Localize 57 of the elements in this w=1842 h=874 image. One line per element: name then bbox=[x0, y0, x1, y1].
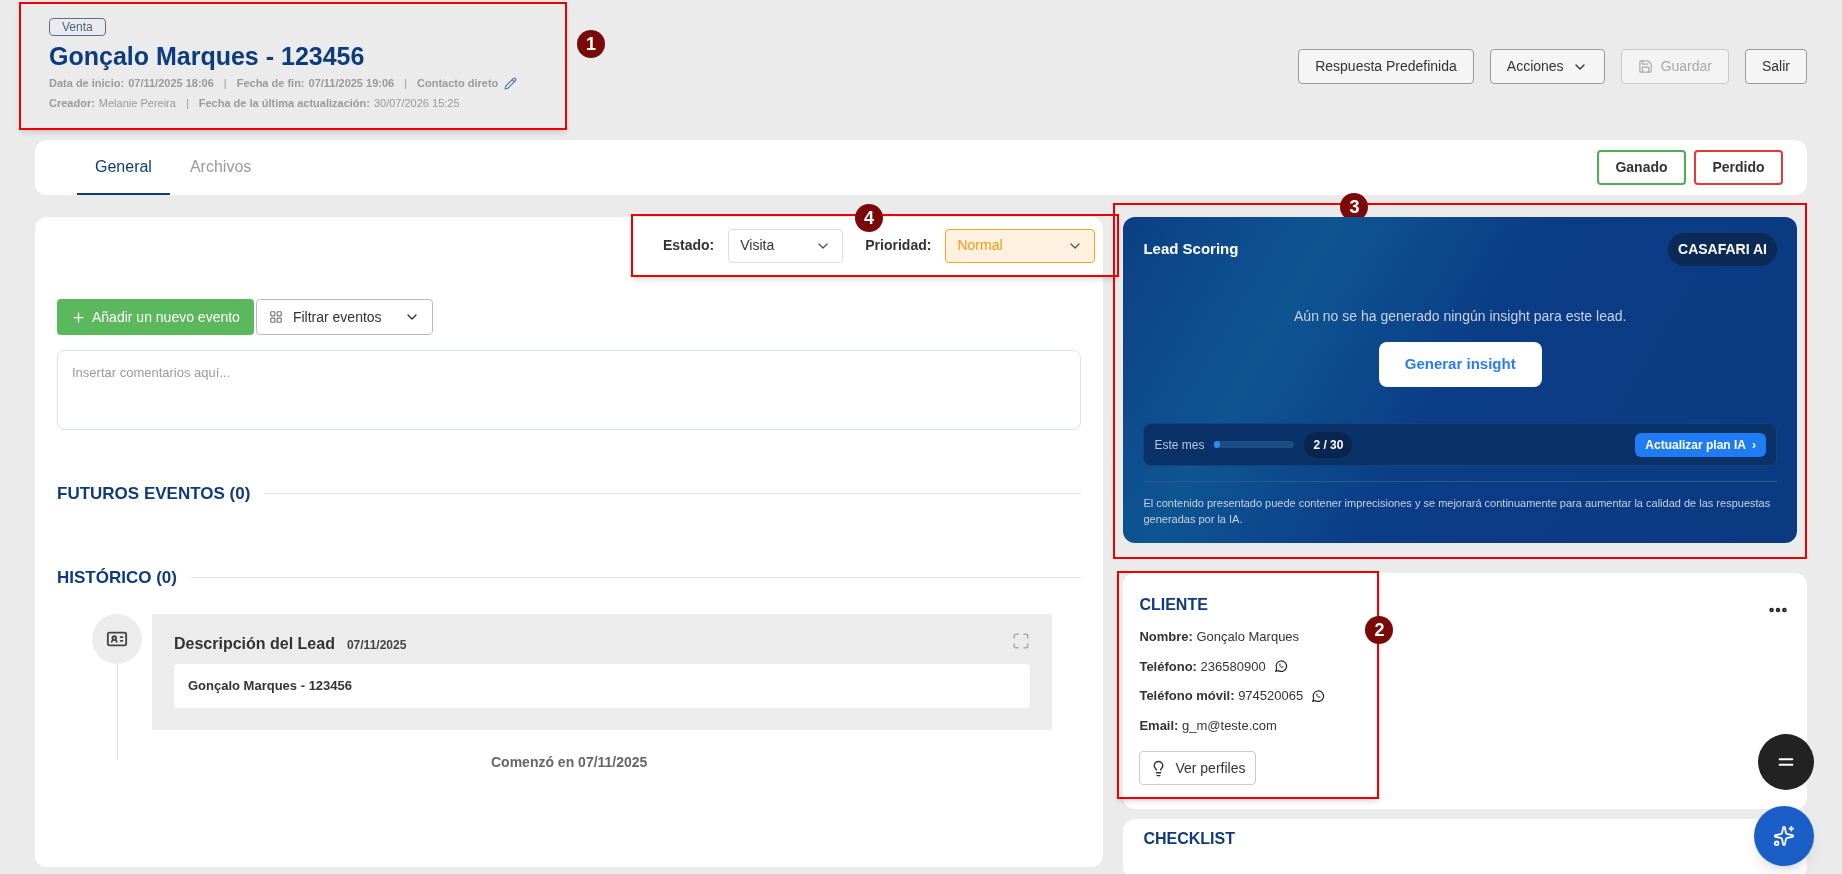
actions-dropdown[interactable]: Acciones bbox=[1489, 49, 1605, 84]
grid-icon bbox=[268, 310, 283, 324]
event-title: Descripción del Lead bbox=[174, 634, 335, 654]
usage-count: 2 / 30 bbox=[1304, 431, 1353, 458]
ai-assistant-fab[interactable] bbox=[1754, 806, 1814, 866]
event-date: 07/11/2025 bbox=[346, 637, 407, 654]
action-button[interactable]: Salir bbox=[1745, 49, 1807, 84]
meta-label: Creador: bbox=[49, 95, 95, 111]
meta-value: 07/11/2025 18:06 bbox=[128, 76, 214, 91]
disclaimer-text: El contenido presentado puede contener imprecisiones y se mejorará continuamente para aumentar la calidad de las respuestas generadas por la IA. bbox=[1143, 496, 1772, 527]
meta-label: Data de inicio: bbox=[49, 76, 125, 91]
tab[interactable]: General bbox=[77, 140, 170, 195]
usage-label: Este mes bbox=[1154, 436, 1205, 454]
separator: | bbox=[223, 76, 227, 91]
outcome-button[interactable]: Perdido bbox=[1694, 150, 1783, 185]
client-field: Nombre: Gonçalo Marques bbox=[1139, 627, 1300, 647]
meta-value: Melanie Pereira bbox=[98, 95, 176, 111]
select-field[interactable]: Visita bbox=[728, 228, 844, 263]
section-heading: HISTÓRICO (0) bbox=[57, 566, 177, 589]
section-heading: CHECKLIST bbox=[1143, 830, 1235, 847]
meta-label: Contacto direto bbox=[417, 76, 499, 91]
whatsapp-icon bbox=[1273, 659, 1288, 674]
meta-label: Fecha de la última actualización: bbox=[198, 95, 370, 111]
section-heading: FUTUROS EVENTOS (0) bbox=[57, 483, 251, 505]
save-icon bbox=[1637, 59, 1653, 74]
upgrade-plan-button[interactable]: Actualizar plan IA › bbox=[1635, 432, 1766, 457]
event-description: Gonçalo Marques - 123456 bbox=[174, 664, 1030, 708]
view-profiles-button[interactable]: Ver perfiles bbox=[1139, 751, 1257, 785]
field-label: Prioridad: bbox=[865, 236, 932, 255]
generate-insight-button[interactable]: Generar insight bbox=[1378, 342, 1542, 387]
edit-icon[interactable] bbox=[504, 76, 518, 90]
whatsapp-icon bbox=[1311, 688, 1326, 703]
filter-events-dropdown[interactable]: Filtrar eventos bbox=[255, 299, 433, 335]
meta-label: Fecha de fin: bbox=[236, 76, 305, 91]
client-field: Teléfono: 236580900 bbox=[1139, 656, 1266, 676]
section-heading: CLIENTE bbox=[1139, 595, 1209, 615]
comment-field[interactable]: Insertar comentarios aquí... bbox=[57, 350, 1082, 430]
ai-badge: CASAFARI AI bbox=[1668, 233, 1777, 266]
sparkles-icon bbox=[1773, 825, 1795, 847]
card-title: Lead Scoring bbox=[1143, 239, 1239, 260]
separator: | bbox=[185, 95, 189, 111]
annotation-number-badge: 1 bbox=[577, 30, 605, 58]
meta-value: 30/07/2026 15:25 bbox=[373, 95, 460, 111]
plus-icon bbox=[71, 309, 86, 325]
empty-message: Aún no se ha generado ningún insight para este lead. bbox=[1294, 307, 1627, 326]
lead-title: Gonçalo Marques - 123456 bbox=[49, 41, 366, 72]
outcome-button[interactable]: Ganado bbox=[1597, 150, 1686, 185]
timeline-start-text: Comenzó en 07/11/2025 bbox=[491, 753, 648, 772]
client-field: Email: g_m@teste.com bbox=[1139, 715, 1277, 735]
separator: | bbox=[404, 76, 408, 91]
action-button[interactable]: Respuesta Predefinida bbox=[1298, 49, 1474, 84]
annotation-number-badge: 2 bbox=[1365, 616, 1394, 644]
client-field: Teléfono móvil: 974520065 bbox=[1139, 686, 1304, 706]
annotation-number-badge: 4 bbox=[854, 204, 883, 232]
field-label: Estado: bbox=[662, 236, 715, 255]
lead-type-tag: Venta bbox=[49, 18, 106, 36]
meta-value: 07/11/2025 19:06 bbox=[308, 76, 395, 91]
